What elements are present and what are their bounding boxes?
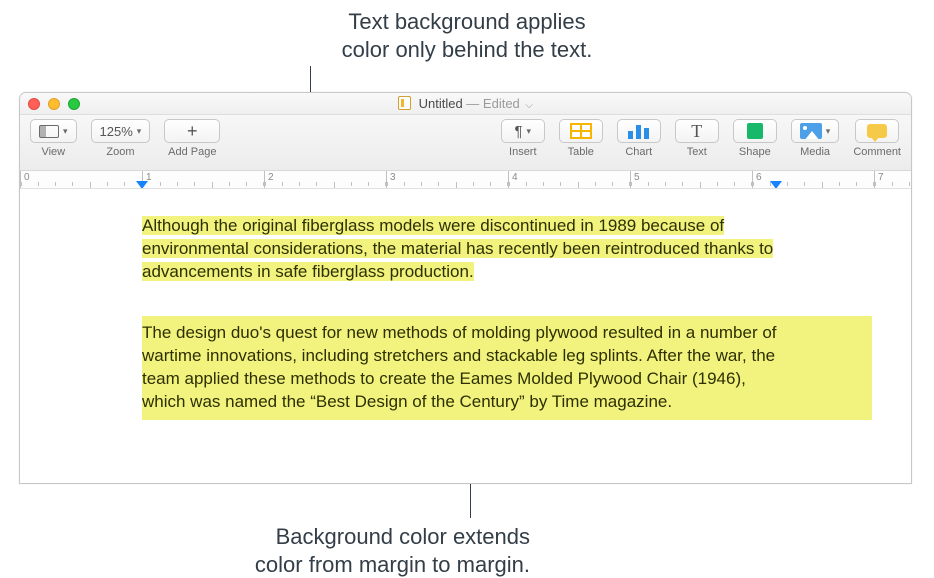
toolbar-label: Zoom bbox=[106, 146, 134, 158]
chevron-down-icon: ▾ bbox=[63, 126, 68, 137]
callout-text-background: Text background applies color only behin… bbox=[0, 8, 934, 63]
toolbar-label: Chart bbox=[625, 146, 652, 158]
chevron-down-icon: ▾ bbox=[527, 126, 532, 137]
document-name: Untitled bbox=[419, 96, 463, 111]
right-margin-marker[interactable] bbox=[770, 181, 782, 189]
insert-button[interactable]: ¶ ▾ Insert bbox=[501, 119, 545, 158]
zoom-button[interactable]: 125% ▾ Zoom bbox=[91, 119, 151, 158]
document-page[interactable]: Although the original fiberglass models … bbox=[20, 189, 911, 483]
toolbar-label: Table bbox=[568, 146, 594, 158]
shape-button[interactable]: Shape bbox=[733, 119, 777, 158]
paragraph-background-color[interactable]: The design duo's quest for new methods o… bbox=[142, 316, 872, 420]
toolbar-label: Media bbox=[800, 146, 830, 158]
app-window: Untitled — Edited ⌵ ▾ View 125% ▾ Zoom + … bbox=[19, 92, 912, 484]
toolbar-label: Comment bbox=[853, 146, 901, 158]
horizontal-ruler[interactable]: 0 1 2 3 4 5 6 7 bbox=[20, 171, 911, 189]
callout-text-line2: color only behind the text. bbox=[0, 36, 934, 64]
plus-icon: + bbox=[187, 122, 198, 140]
toolbar-label: View bbox=[41, 146, 65, 158]
comment-icon bbox=[867, 124, 887, 138]
close-icon[interactable] bbox=[28, 98, 40, 110]
table-button[interactable]: Table bbox=[559, 119, 603, 158]
view-icon bbox=[39, 125, 59, 138]
zoom-value: 125% bbox=[100, 124, 133, 139]
toolbar-label: Insert bbox=[509, 146, 537, 158]
view-button[interactable]: ▾ View bbox=[30, 119, 77, 158]
paragraph-text: Although the original fiberglass models … bbox=[142, 216, 773, 281]
callout-text-line1: Background color extends bbox=[150, 523, 530, 551]
minimize-icon[interactable] bbox=[48, 98, 60, 110]
pilcrow-icon: ¶ bbox=[514, 123, 522, 140]
document-state: Edited bbox=[483, 96, 520, 111]
callout-text-line1: Text background applies bbox=[0, 8, 934, 36]
chart-button[interactable]: Chart bbox=[617, 119, 661, 158]
chevron-down-icon: ▾ bbox=[826, 126, 831, 137]
window-controls bbox=[28, 98, 80, 110]
paragraph-text-background[interactable]: Although the original fiberglass models … bbox=[142, 215, 777, 284]
document-icon bbox=[398, 96, 411, 110]
chevron-down-icon: ⌵ bbox=[525, 100, 533, 111]
add-page-button[interactable]: + Add Page bbox=[164, 119, 220, 158]
toolbar-label: Add Page bbox=[168, 146, 216, 158]
table-icon bbox=[570, 123, 592, 139]
left-margin-marker[interactable] bbox=[136, 181, 148, 189]
chevron-down-icon: ▾ bbox=[137, 126, 142, 137]
window-titlebar: Untitled — Edited ⌵ bbox=[20, 93, 911, 115]
callout-background-color: Background color extends color from marg… bbox=[150, 523, 530, 578]
toolbar-label: Shape bbox=[739, 146, 771, 158]
toolbar-label: Text bbox=[687, 146, 707, 158]
comment-button[interactable]: Comment bbox=[853, 119, 901, 158]
paragraph-text: The design duo's quest for new methods o… bbox=[142, 322, 782, 414]
media-button[interactable]: ▾ Media bbox=[791, 119, 840, 158]
media-icon bbox=[800, 123, 822, 139]
shape-icon bbox=[747, 123, 763, 139]
toolbar: ▾ View 125% ▾ Zoom + Add Page ¶ ▾ Insert T… bbox=[20, 115, 911, 171]
window-title[interactable]: Untitled — Edited ⌵ bbox=[20, 96, 911, 111]
chart-icon bbox=[628, 123, 649, 139]
text-icon: T bbox=[691, 122, 702, 140]
text-button[interactable]: T Text bbox=[675, 119, 719, 158]
callout-text-line2: color from margin to margin. bbox=[150, 551, 530, 578]
fullscreen-icon[interactable] bbox=[68, 98, 80, 110]
